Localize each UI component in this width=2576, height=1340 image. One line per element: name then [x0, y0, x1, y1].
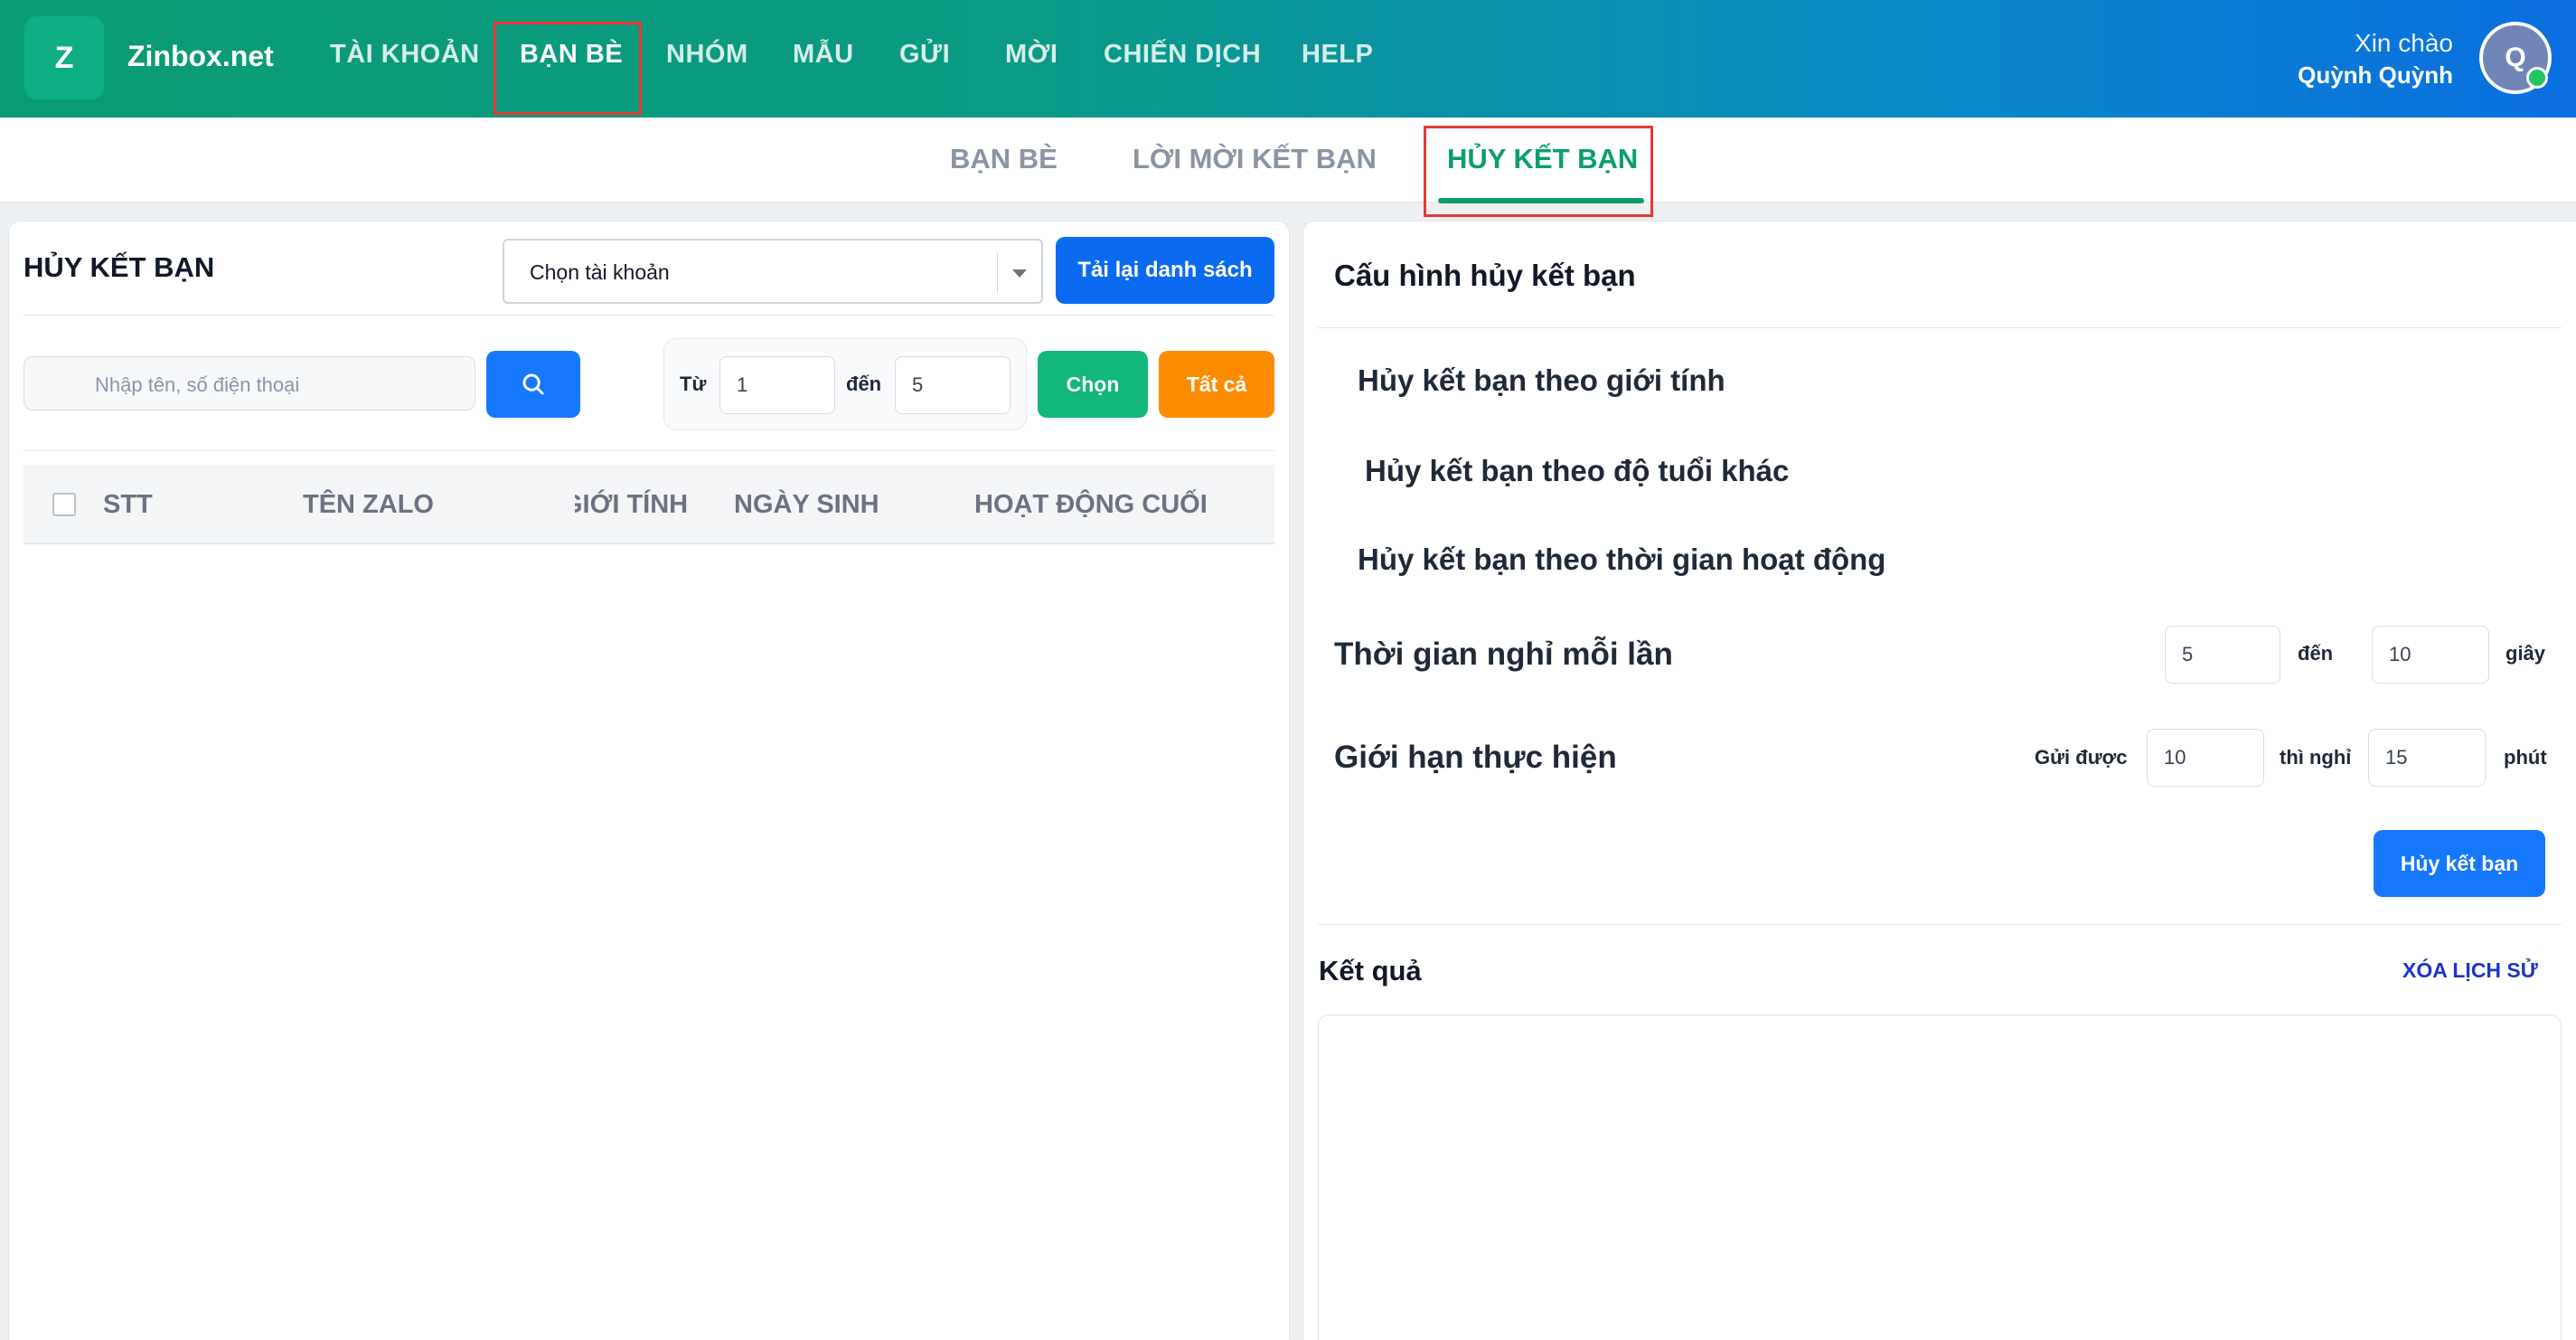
nav-accounts[interactable]: TÀI KHOẢN — [330, 40, 480, 70]
column-last-active[interactable]: HOẠT ĐỘNG CUỐI — [974, 490, 1208, 520]
reload-list-button[interactable]: Tải lại danh sách — [1056, 237, 1274, 304]
tab-friends[interactable]: BẠN BÈ — [950, 143, 1058, 175]
logo-letter: Z — [54, 40, 74, 75]
range-from-input[interactable]: 1 — [719, 356, 835, 414]
select-all-button[interactable]: Tất cả — [1159, 351, 1274, 418]
column-gender[interactable]: GIỚI TÍNH — [575, 490, 688, 520]
rest-to-input[interactable]: 10 — [2372, 626, 2489, 684]
search-icon — [522, 373, 544, 395]
app-logo[interactable]: Z — [24, 16, 104, 99]
search-placeholder: Nhập tên, số điện thoại — [95, 373, 300, 396]
sub-tabs-bar: BẠN BÈ LỜI MỜI KẾT BẠN HỦY KẾT BẠN — [0, 118, 2576, 203]
range-to-value: 5 — [912, 373, 924, 396]
online-status-dot — [2526, 67, 2548, 89]
limit-rest-input[interactable]: 15 — [2368, 729, 2486, 787]
unfriend-button[interactable]: Hủy kết bạn — [2374, 830, 2545, 897]
column-birthday[interactable]: NGÀY SINH — [734, 490, 879, 520]
limit-unit-label: phút — [2504, 746, 2547, 769]
avatar-letter: Q — [2505, 42, 2526, 72]
account-select-value: Chọn tài khoản — [530, 260, 670, 284]
option-by-age[interactable]: Hủy kết bạn theo độ tuổi khác — [1365, 454, 1789, 488]
divider — [24, 315, 1274, 316]
panel-title: HỦY KẾT BẠN — [24, 251, 215, 283]
search-button[interactable] — [486, 351, 580, 418]
option-by-gender[interactable]: Hủy kết bạn theo giới tính — [1358, 363, 1725, 398]
select-range-button[interactable]: Chọn — [1038, 351, 1148, 418]
range-from-label: Từ — [680, 373, 707, 395]
greeting-text: Xin chào — [2355, 29, 2453, 57]
divider — [24, 450, 1274, 451]
rest-from-input[interactable]: 5 — [2165, 626, 2280, 684]
column-stt[interactable]: STT — [103, 490, 153, 520]
column-gender-cell: GIỚI TÍNH — [575, 479, 691, 530]
limit-rest-value: 15 — [2385, 746, 2408, 769]
rest-unit-label: giây — [2505, 642, 2546, 665]
result-log-box[interactable] — [1318, 1014, 2562, 1340]
range-to-input[interactable]: 5 — [895, 356, 1011, 414]
range-to-label: đến — [846, 373, 882, 395]
chevron-down-icon — [1012, 269, 1027, 278]
tab-friend-requests[interactable]: LỜI MỜI KẾT BẠN — [1133, 143, 1377, 175]
nav-templates[interactable]: MẪU — [793, 40, 854, 70]
rest-to-label: đến — [2298, 642, 2334, 665]
search-input[interactable]: Nhập tên, số điện thoại — [24, 356, 475, 410]
rest-to-value: 10 — [2389, 643, 2411, 665]
nav-campaigns[interactable]: CHIẾN DỊCH — [1104, 40, 1261, 70]
divider — [1318, 327, 2562, 328]
result-title: Kết quả — [1319, 955, 1422, 986]
nav-highlight-box — [494, 22, 642, 115]
config-title: Cấu hình hủy kết bạn — [1334, 259, 1636, 292]
option-by-activity[interactable]: Hủy kết bạn theo thời gian hoạt động — [1358, 543, 1885, 577]
limit-send-label: Gửi được — [2035, 746, 2128, 769]
limit-label: Giới hạn thực hiện — [1334, 740, 1617, 775]
limit-rest-label: thì nghỉ — [2280, 746, 2352, 769]
rest-time-label: Thời gian nghỉ mỗi lần — [1334, 637, 1673, 672]
clear-history-link[interactable]: XÓA LỊCH SỬ — [2402, 958, 2538, 983]
range-from-value: 1 — [737, 373, 748, 396]
rest-from-value: 5 — [2182, 643, 2194, 665]
user-name: Quỳnh Quỳnh — [2298, 61, 2453, 89]
nav-help[interactable]: HELP — [1302, 40, 1373, 70]
limit-send-value: 10 — [2164, 746, 2186, 769]
nav-send[interactable]: GỬI — [899, 40, 950, 70]
select-all-checkbox[interactable] — [52, 493, 76, 516]
account-select[interactable]: Chọn tài khoản — [503, 239, 1043, 304]
column-zalo-name[interactable]: TÊN ZALO — [303, 490, 434, 520]
select-separator — [997, 253, 998, 293]
brand-name[interactable]: Zinbox.net — [127, 40, 274, 73]
tab-highlight-box — [1424, 126, 1653, 217]
nav-groups[interactable]: NHÓM — [666, 40, 748, 70]
nav-invite[interactable]: MỜI — [1005, 40, 1058, 70]
limit-send-input[interactable]: 10 — [2147, 729, 2264, 787]
divider — [1318, 924, 2562, 925]
